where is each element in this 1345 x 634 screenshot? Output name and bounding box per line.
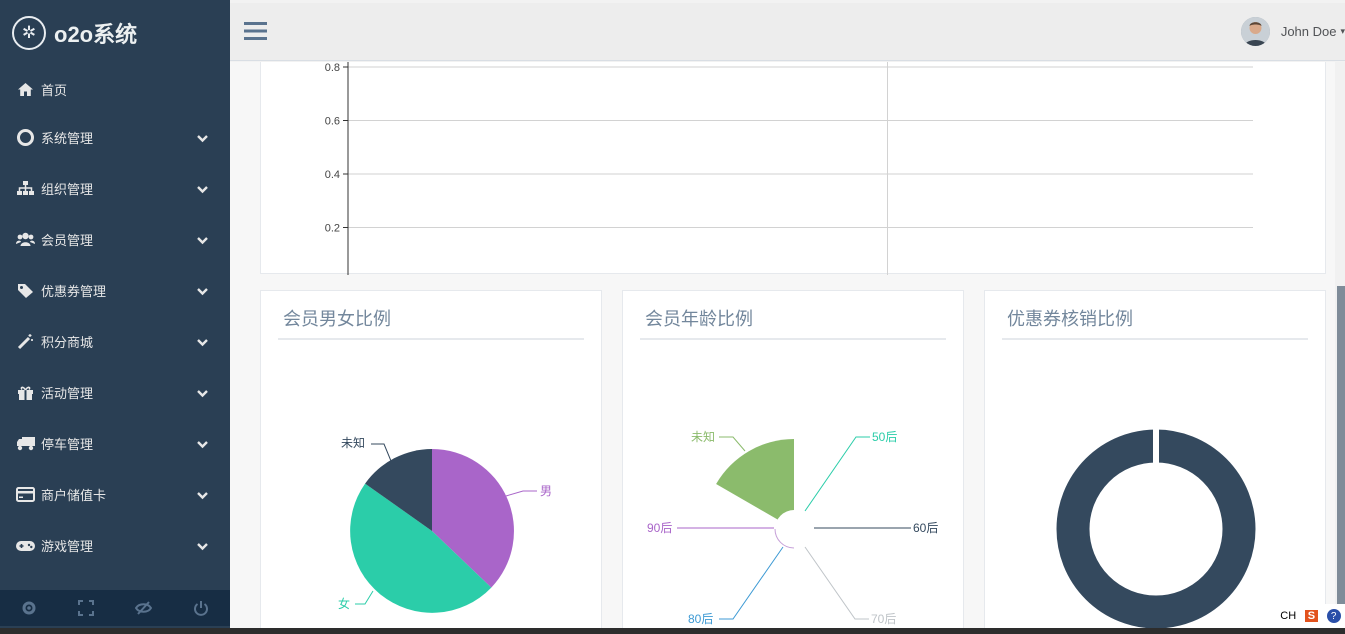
sidebar-item-label: 游戏管理 — [41, 539, 94, 554]
label-line-50s — [804, 436, 870, 512]
y-tick-label: 0.8 — [325, 62, 340, 74]
eye-slash-icon[interactable] — [135, 600, 153, 616]
donut-ring — [1056, 429, 1256, 628]
page-scrollbar[interactable] — [1335, 62, 1345, 628]
ime-indicator[interactable]: CH S ? — [1276, 604, 1345, 628]
sidebar-item-label: 积分商城 — [41, 335, 94, 350]
sidebar-item-points-mall[interactable]: 积分商城 — [0, 316, 230, 367]
gift-icon — [15, 384, 36, 401]
y-tick-label: 0.6 — [325, 116, 340, 128]
chevron-down-icon — [197, 181, 208, 196]
gender-ratio-panel: 会员男女比例 男 女 未知 — [260, 290, 602, 628]
power-icon[interactable] — [193, 600, 209, 616]
chevron-down-icon — [197, 130, 208, 145]
donut-gap — [1153, 427, 1159, 463]
coupon-redeem-panel: 优惠券核销比例 — [984, 290, 1326, 628]
y-tick-label: 0.4 — [325, 169, 340, 181]
main-content: 00.20.40.60.8 会员男女比例 男 女 未知 会员年龄比例 — [230, 62, 1335, 628]
label-line-unknown — [371, 443, 392, 462]
help-icon[interactable]: ? — [1326, 609, 1341, 623]
magic-wand-icon — [15, 333, 36, 350]
label-line-unknown — [719, 436, 746, 452]
sidebar-item-coupon[interactable]: 优惠券管理 — [0, 265, 230, 316]
chevron-down-icon — [197, 487, 208, 502]
label-line-80s — [719, 546, 784, 620]
sidebar-item-label: 会员管理 — [41, 233, 94, 248]
coupon-donut-chart — [1056, 427, 1256, 628]
sidebar: ✲ o2o系统 首页系统管理组织管理会员管理优惠券管理积分商城活动管理停车管理商… — [0, 0, 230, 634]
sidebar-item-system[interactable]: 系统管理 — [0, 112, 230, 163]
sidebar-item-label: 商户储值卡 — [41, 488, 107, 503]
ime-lang-label: CH — [1280, 610, 1297, 622]
taskbar-strip — [0, 628, 1345, 634]
sidebar-item-label: 活动管理 — [41, 386, 94, 401]
menu-toggle-icon[interactable] — [244, 21, 267, 41]
truck-icon — [15, 435, 36, 452]
label-line-70s — [804, 546, 869, 620]
rose-label-50s: 50后 — [872, 430, 897, 444]
sidebar-item-game[interactable]: 游戏管理 — [0, 520, 230, 571]
sidebar-footer — [0, 590, 230, 626]
brand[interactable]: ✲ o2o系统 — [0, 0, 230, 66]
user-menu[interactable]: John Doe ▾ — [1240, 17, 1345, 46]
sidebar-item-org[interactable]: 组织管理 — [0, 163, 230, 214]
sidebar-item-member[interactable]: 会员管理 — [0, 214, 230, 265]
sidebar-nav: 首页系统管理组织管理会员管理优惠券管理积分商城活动管理停车管理商户储值卡游戏管理 — [0, 66, 230, 571]
gender-pie-chart: 男 女 未知 — [338, 436, 552, 613]
label-line-female — [355, 590, 374, 605]
y-tick-label: 0.2 — [325, 223, 340, 235]
lifebuoy-icon — [15, 129, 36, 146]
chevron-down-icon — [197, 538, 208, 553]
ime-s-icon: S — [1304, 610, 1319, 622]
sidebar-item-label: 首页 — [41, 82, 68, 98]
tags-icon — [15, 282, 36, 299]
sidebar-item-merchant-card[interactable]: 商户储值卡 — [0, 469, 230, 520]
trend-chart: 00.20.40.60.8 — [325, 62, 1253, 275]
rose-label-90s: 90后 — [647, 521, 672, 535]
sidebar-item-label: 组织管理 — [41, 182, 94, 197]
brand-title: o2o系统 — [54, 22, 138, 47]
home-icon — [15, 81, 36, 98]
sidebar-item-parking[interactable]: 停车管理 — [0, 418, 230, 469]
age-rose-chart: 未知 50后 60后 70后 80后 90后 — [647, 430, 938, 626]
chevron-down-icon — [197, 385, 208, 400]
caret-down-icon: ▾ — [1340, 26, 1345, 36]
credit-card-icon — [15, 486, 36, 503]
avatar — [1240, 17, 1270, 46]
label-line-male — [505, 490, 537, 497]
fullscreen-icon[interactable] — [77, 600, 94, 616]
sidebar-item-label: 系统管理 — [41, 131, 94, 146]
chevron-down-icon — [197, 232, 208, 247]
pie-label-unknown: 未知 — [341, 436, 365, 450]
users-icon — [15, 231, 36, 248]
sitemap-icon — [15, 180, 36, 197]
rose-label-60s: 60后 — [913, 521, 938, 535]
top-nav: John Doe ▾ — [230, 3, 1345, 61]
rose-label-unknown: 未知 — [691, 430, 715, 444]
chevron-down-icon — [197, 334, 208, 349]
gamepad-icon — [15, 537, 36, 554]
sidebar-item-label: 优惠券管理 — [41, 284, 107, 299]
user-name: John Doe — [1280, 24, 1337, 39]
brand-logo-icon: ✲ — [12, 16, 46, 50]
sidebar-item-label: 停车管理 — [41, 437, 94, 452]
sidebar-item-activity[interactable]: 活动管理 — [0, 367, 230, 418]
scrollbar-thumb[interactable] — [1337, 286, 1345, 628]
sidebar-item-home[interactable]: 首页 — [0, 66, 230, 112]
chevron-down-icon — [197, 436, 208, 451]
pie-label-female: 女 — [338, 596, 350, 611]
rose-label-80s: 80后 — [688, 612, 713, 626]
trend-chart-panel: 00.20.40.60.8 — [260, 62, 1326, 275]
age-ratio-panel: 会员年龄比例 未知 50后 60后 70后 80后 90后 — [622, 290, 964, 628]
rose-label-70s: 70后 — [871, 612, 896, 626]
chevron-down-icon — [197, 283, 208, 298]
pie-label-male: 男 — [540, 484, 552, 498]
settings-icon[interactable] — [21, 600, 37, 616]
